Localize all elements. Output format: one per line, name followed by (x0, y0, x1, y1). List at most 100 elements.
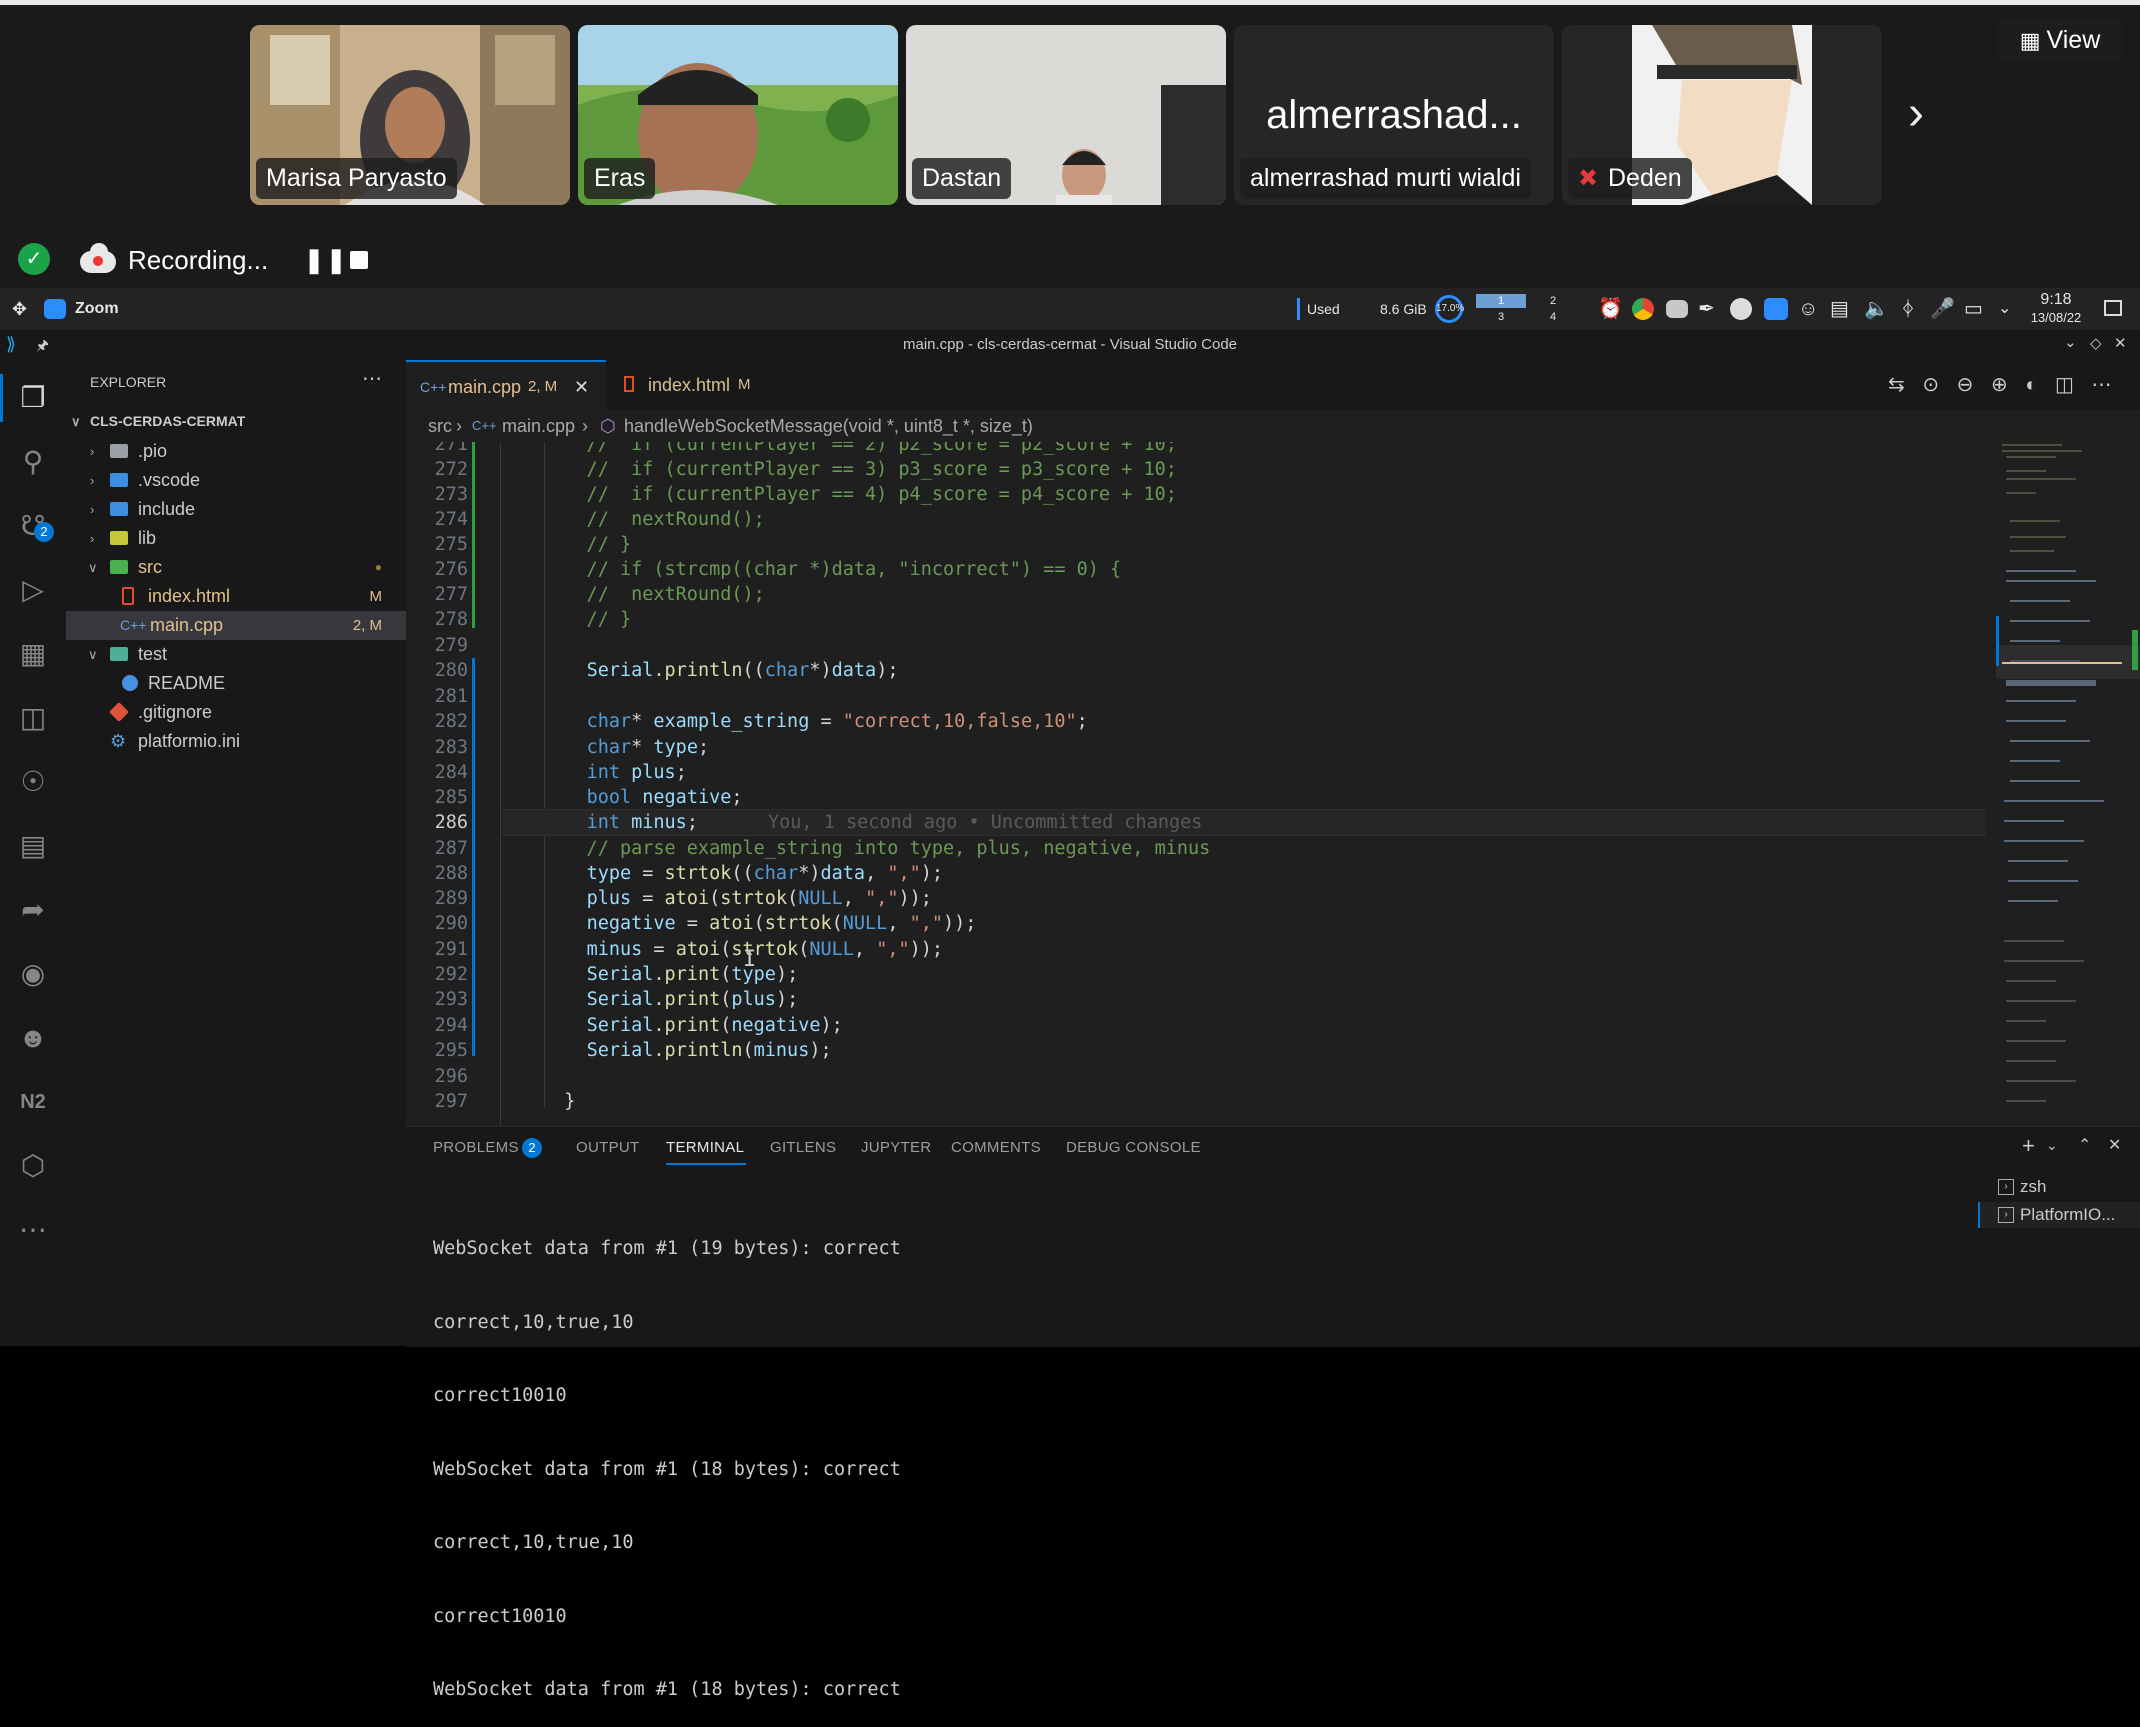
participant-tile[interactable]: Marisa Paryasto (250, 25, 570, 205)
tree-item-readme[interactable]: README (66, 669, 406, 698)
notification-center-icon[interactable] (2104, 300, 2122, 316)
participant-tile[interactable]: almerrashad... almerrashad murti wialdi (1234, 25, 1554, 205)
desktop-2[interactable]: 2 (1528, 294, 1578, 308)
more-icon[interactable]: ⋯ (13, 1210, 53, 1250)
security-shield-icon[interactable]: ✓ (18, 243, 50, 275)
restore-icon[interactable]: ◇ (2090, 334, 2102, 352)
zoom-tray-icon[interactable] (1764, 298, 1788, 320)
view-button[interactable]: ▦ View (1998, 20, 2122, 60)
breadcrumb-file[interactable]: main.cpp (502, 410, 575, 442)
display-icon[interactable]: ▭ (1964, 288, 1983, 330)
close-panel-icon[interactable]: ✕ (2108, 1135, 2121, 1155)
git-commit-icon[interactable]: ⊙ (1922, 374, 1939, 396)
tree-item-test[interactable]: ∨ test (66, 640, 406, 669)
volume-icon[interactable]: 🔈 (1864, 288, 1889, 330)
live-share-icon[interactable]: ➦ (13, 890, 53, 930)
platformio-alien-icon[interactable]: ☻ (13, 1018, 53, 1058)
previous-change-icon[interactable]: ⊖ (1957, 374, 1974, 396)
breadcrumb-symbol[interactable]: handleWebSocketMessage(void *, uint8_t *… (624, 410, 1033, 442)
tree-item-index-html[interactable]: index.html M (66, 582, 406, 611)
chevron-down-icon[interactable]: ⌄ (1998, 288, 2011, 330)
next-change-icon[interactable]: ⊕ (1991, 374, 2008, 396)
panel-tab-problems[interactable]: PROBLEMS (433, 1139, 519, 1156)
html-file-icon (122, 587, 134, 605)
tab-close-icon[interactable]: ✕ (574, 362, 589, 412)
move-icon[interactable]: ✥ (12, 288, 27, 330)
tree-item-pio[interactable]: › .pio (66, 437, 406, 466)
chrome-icon[interactable] (1632, 298, 1654, 320)
extensions-icon[interactable]: ▦ (13, 634, 53, 674)
user-icon[interactable]: ☺ (1798, 288, 1818, 330)
remote-explorer-icon[interactable]: ◫ (13, 698, 53, 738)
tree-item-src[interactable]: ∨ src ● (66, 553, 406, 582)
terminal-icon[interactable]: ▤ (13, 826, 53, 866)
stop-recording-button[interactable] (350, 251, 368, 269)
desktop-spaces[interactable]: 1 2 3 4 (1476, 294, 1580, 324)
participant-tile[interactable]: Deden ✖ (1562, 25, 1882, 205)
breadcrumb-folder[interactable]: src (428, 410, 452, 442)
panel-tab-terminal[interactable]: TERMINAL (666, 1139, 744, 1156)
github-icon[interactable]: ◉ (13, 954, 53, 994)
panel-tab-comments[interactable]: COMMENTS (951, 1139, 1041, 1156)
tree-item-gitignore[interactable]: .gitignore (66, 698, 406, 727)
tree-item-include[interactable]: › include (66, 495, 406, 524)
problems-count-badge: 2 (522, 1138, 542, 1158)
code-line: char* type; (586, 737, 710, 758)
code-line: char* example_string = "correct,10,false… (586, 711, 1088, 732)
tab-index-html[interactable]: index.html M (608, 360, 778, 410)
close-window-icon[interactable]: ✕ (2114, 334, 2127, 352)
participant-tile[interactable]: Dastan (906, 25, 1226, 205)
line-number: 285 (434, 787, 468, 808)
steam-icon[interactable] (1730, 298, 1752, 320)
more-actions-icon[interactable]: ⋯ (2091, 374, 2111, 396)
tree-item-vscode[interactable]: › .vscode (66, 466, 406, 495)
participant-placeholder-name: almerrashad... (1266, 93, 1522, 137)
tree-item-main-cpp[interactable]: C++ main.cpp 2, M (66, 611, 406, 640)
pause-recording-button[interactable]: ❚❚ (304, 246, 348, 275)
bluetooth-icon[interactable]: ᛄ (1902, 288, 1914, 330)
clipboard-icon[interactable]: ▤ (1830, 288, 1849, 330)
code-line: // if (currentPlayer == 4) p4_score = p4… (542, 484, 1177, 505)
tree-item-lib[interactable]: › lib (66, 524, 406, 553)
terminal-tab-zsh[interactable]: › zsh (1978, 1174, 2140, 1200)
explorer-icon[interactable]: ❐ (13, 378, 53, 418)
editor-tabs: C++ main.cpp 2, M ✕ index.html M ⇆ ⊙ ⊖ ⊕… (406, 360, 2140, 410)
explorer-more-icon[interactable]: ⋯ (362, 366, 382, 391)
participant-tile[interactable]: Eras (578, 25, 898, 205)
terminal-tab-platformio[interactable]: › PlatformIO... (1978, 1202, 2140, 1228)
alarm-icon[interactable]: ⏰ (1598, 288, 1623, 330)
package-icon[interactable]: ⬡ (13, 1146, 53, 1186)
desktop-3[interactable]: 3 (1476, 310, 1526, 324)
terminal-output[interactable]: WebSocket data from #1 (19 bytes): corre… (433, 1188, 1933, 1727)
compare-changes-icon[interactable]: ⇆ (1888, 374, 1905, 396)
include-folder-icon (110, 502, 128, 516)
discord-icon[interactable] (1666, 300, 1688, 318)
mic-off-icon[interactable]: 🎤 (1930, 288, 1955, 330)
gitlens-icon[interactable]: ☉ (13, 762, 53, 802)
run-debug-icon[interactable]: ▷ (13, 570, 53, 610)
panel-tab-jupyter[interactable]: JUPYTER (861, 1139, 931, 1156)
workspace-root[interactable]: ∨ CLS-CERDAS-CERMAT (66, 407, 406, 436)
panel-tab-output[interactable]: OUTPUT (576, 1139, 639, 1156)
next-page-chevron-icon[interactable]: › (1908, 90, 1924, 138)
zoom-meeting-bar: Marisa Paryasto Eras Dastan almerrashad.… (0, 0, 2140, 288)
n2-icon[interactable]: N2 (13, 1082, 53, 1122)
code-editor[interactable]: 271 272 273 274 275 276 277 278 279 280 … (406, 442, 1986, 1126)
panel-tab-debug-console[interactable]: DEBUG CONSOLE (1066, 1139, 1201, 1156)
maximize-panel-icon[interactable]: ⌃ (2078, 1135, 2091, 1155)
menubar-app-name[interactable]: Zoom (75, 288, 119, 330)
desktop-1[interactable]: 1 (1476, 294, 1526, 308)
clock[interactable]: 9:18 13/08/22 (2030, 291, 2082, 327)
new-terminal-icon[interactable]: + (2022, 1133, 2035, 1159)
chevron-down-icon[interactable]: ⌄ (2046, 1137, 2058, 1154)
split-editor-icon[interactable]: ◫ (2055, 374, 2074, 396)
minimap[interactable] (1996, 440, 2140, 1126)
tree-item-platformio-ini[interactable]: ⚙ platformio.ini (66, 727, 406, 756)
desktop-4[interactable]: 4 (1528, 310, 1578, 324)
blame-icon[interactable]: ◐ (2025, 374, 2037, 396)
feather-icon[interactable]: ✒ (1698, 288, 1715, 330)
tab-main-cpp[interactable]: C++ main.cpp 2, M ✕ (406, 360, 606, 410)
panel-tab-gitlens[interactable]: GITLENS (770, 1139, 836, 1156)
minimize-chevron-icon[interactable]: ⌄ (2064, 333, 2077, 351)
search-icon[interactable]: ⚲ (13, 442, 53, 482)
